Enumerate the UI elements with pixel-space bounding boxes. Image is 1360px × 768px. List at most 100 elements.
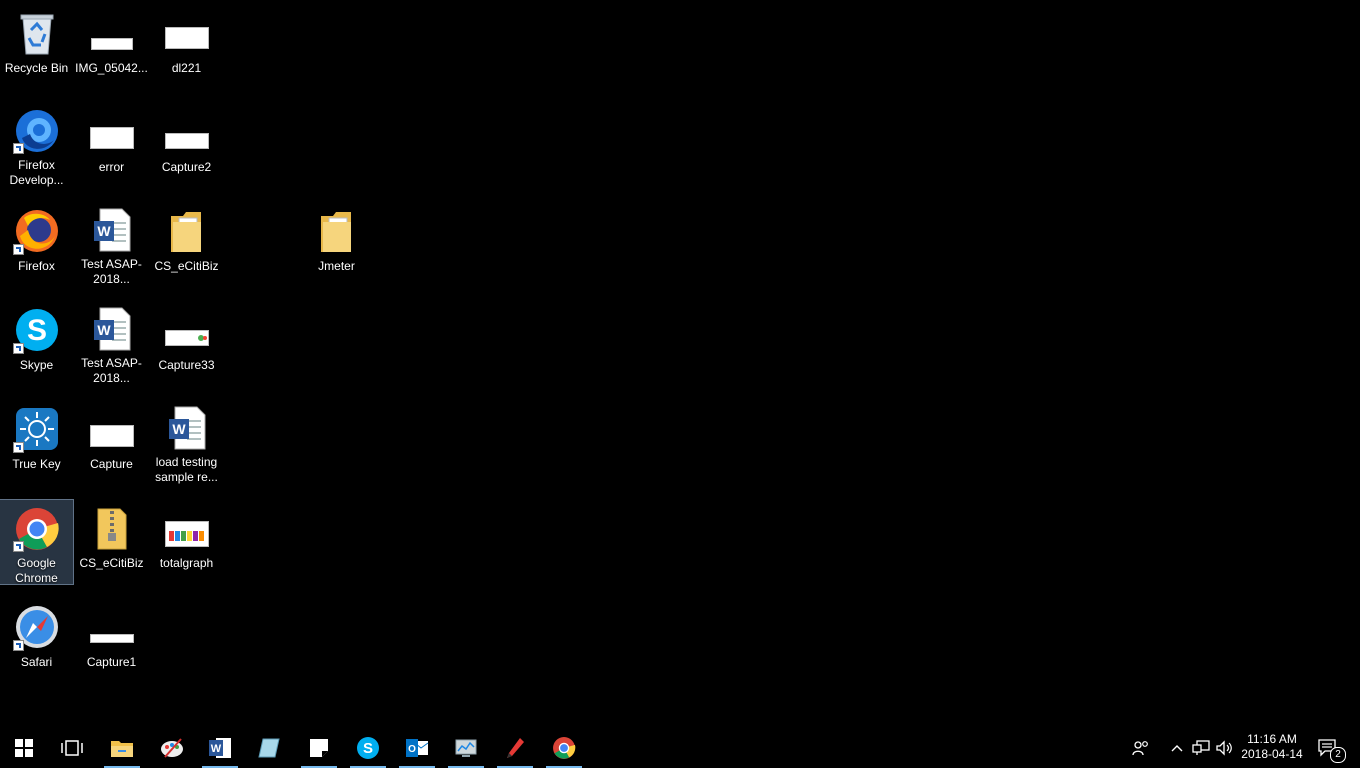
svg-text:W: W [211,743,222,755]
desktop-icon-skype[interactable]: S Skype [0,300,73,384]
image-file-icon [88,108,136,156]
taskbar-sticky-notes[interactable] [297,728,341,768]
svg-text:S: S [26,314,46,347]
sticky-notes-icon [310,739,328,757]
taskbar-system-app[interactable] [444,728,488,768]
desktop-icon-google-chrome[interactable]: Google Chrome [0,499,74,585]
desktop: Recycle Bin Firefox Develop... Firefox S… [0,0,1360,728]
outlook-icon: O [406,739,429,757]
task-view-button[interactable] [50,728,94,768]
image-file-icon [163,306,211,354]
show-hidden-icons-button[interactable] [1166,728,1188,768]
people-button[interactable] [1128,728,1154,768]
shortcut-arrow-icon [12,343,24,354]
svg-text:S: S [363,740,373,757]
windows-start-icon [15,739,33,757]
firefox-icon [12,207,61,255]
desktop-icon-label: Firefox Develop... [9,158,64,187]
svg-text:W: W [172,421,186,437]
desktop-icon-label: IMG_05042... [75,61,148,75]
desktop-icon-label: Jmeter [318,259,355,273]
svg-text:W: W [97,223,111,239]
svg-text:O: O [408,744,416,755]
shortcut-arrow-icon [12,143,24,154]
desktop-icon-cs-ecitibiz-zip[interactable]: CS_eCitiBiz [75,498,148,582]
desktop-icon-jmeter[interactable]: Jmeter [300,201,373,285]
word-document-icon: W [163,405,211,451]
folder-icon [163,207,211,255]
true-key-icon [12,405,61,453]
desktop-icon-label: Firefox [18,259,55,273]
zip-folder-icon [88,504,136,552]
pen-icon [507,738,524,758]
desktop-icon-capture33[interactable]: Capture33 [150,300,223,384]
firefox-developer-icon [12,108,61,154]
desktop-icon-error[interactable]: error [75,102,148,186]
desktop-icon-label: Capture2 [161,160,212,174]
desktop-icon-test-asap-2[interactable]: W Test ASAP-2018... [75,300,148,385]
safari-icon [12,603,61,651]
speaker-icon [1216,740,1232,756]
skype-icon: S [12,306,61,354]
start-button[interactable] [2,728,46,768]
desktop-icon-dl221[interactable]: dl221 [150,3,223,87]
taskbar-app[interactable] [247,728,291,768]
chevron-up-icon [1171,745,1183,752]
desktop-icon-label: Google Chrome [15,556,58,585]
desktop-icon-label: error [98,160,125,174]
taskbar-skype[interactable]: S [346,728,390,768]
image-file-icon [88,603,136,651]
taskbar-word[interactable]: W [198,728,242,768]
network-button[interactable] [1190,728,1212,768]
desktop-icon-test-asap-1[interactable]: W Test ASAP-2018... [75,201,148,286]
network-icon [1192,740,1210,755]
desktop-icon-img-05042[interactable]: IMG_05042... [75,3,148,87]
desktop-icon-firefox-developer[interactable]: Firefox Develop... [0,102,73,187]
paint-icon [161,738,183,758]
desktop-icon-label: CS_eCitiBiz [154,259,219,273]
desktop-icon-totalgraph[interactable]: totalgraph [150,498,223,582]
desktop-icon-label: True Key [12,457,61,471]
image-file-icon [163,504,211,552]
people-icon [1132,741,1148,756]
notification-badge: 2 [1330,747,1346,763]
image-file-icon [88,405,136,453]
desktop-icon-label: Capture33 [158,358,215,372]
action-center-button[interactable]: 2 [1314,728,1346,768]
taskbar-pen-app[interactable] [493,728,537,768]
taskbar: W S O 11:16 AM 2018-04-14 2 [0,728,1360,768]
volume-button[interactable] [1213,728,1235,768]
desktop-icon-load-testing[interactable]: W load testing sample re... [150,399,223,484]
desktop-icon-capture1[interactable]: Capture1 [75,597,148,681]
taskbar-outlook[interactable]: O [395,728,439,768]
desktop-icon-label: Capture1 [86,655,137,669]
app-icon [258,738,280,758]
clock-time: 11:16 AM [1247,732,1297,746]
desktop-icon-label: Recycle Bin [4,61,69,75]
desktop-icon-label: dl221 [171,61,202,75]
shortcut-arrow-icon [12,442,24,453]
word-icon: W [209,738,231,758]
desktop-icon-true-key[interactable]: True Key [0,399,73,483]
shortcut-arrow-icon [12,541,24,552]
skype-icon: S [357,737,379,759]
monitor-icon [455,739,477,757]
task-view-icon [61,740,83,756]
taskbar-file-explorer[interactable] [100,728,144,768]
shortcut-arrow-icon [12,244,24,255]
desktop-icon-recycle-bin[interactable]: Recycle Bin [0,3,73,87]
desktop-icon-capture2[interactable]: Capture2 [150,102,223,186]
desktop-icon-firefox[interactable]: Firefox [0,201,73,285]
desktop-icon-safari[interactable]: Safari [0,597,73,681]
desktop-icon-label: totalgraph [159,556,214,570]
taskbar-chrome[interactable] [542,728,586,768]
folder-icon [313,207,361,255]
image-file-icon [88,9,136,57]
taskbar-clock[interactable]: 11:16 AM 2018-04-14 [1236,728,1308,768]
desktop-icon-label: Safari [20,655,53,669]
desktop-icon-cs-ecitibiz-folder[interactable]: CS_eCitiBiz [150,201,223,285]
word-document-icon: W [88,306,136,352]
desktop-icon-capture[interactable]: Capture [75,399,148,483]
taskbar-paint[interactable] [150,728,194,768]
desktop-icon-label: Test ASAP-2018... [81,356,142,385]
